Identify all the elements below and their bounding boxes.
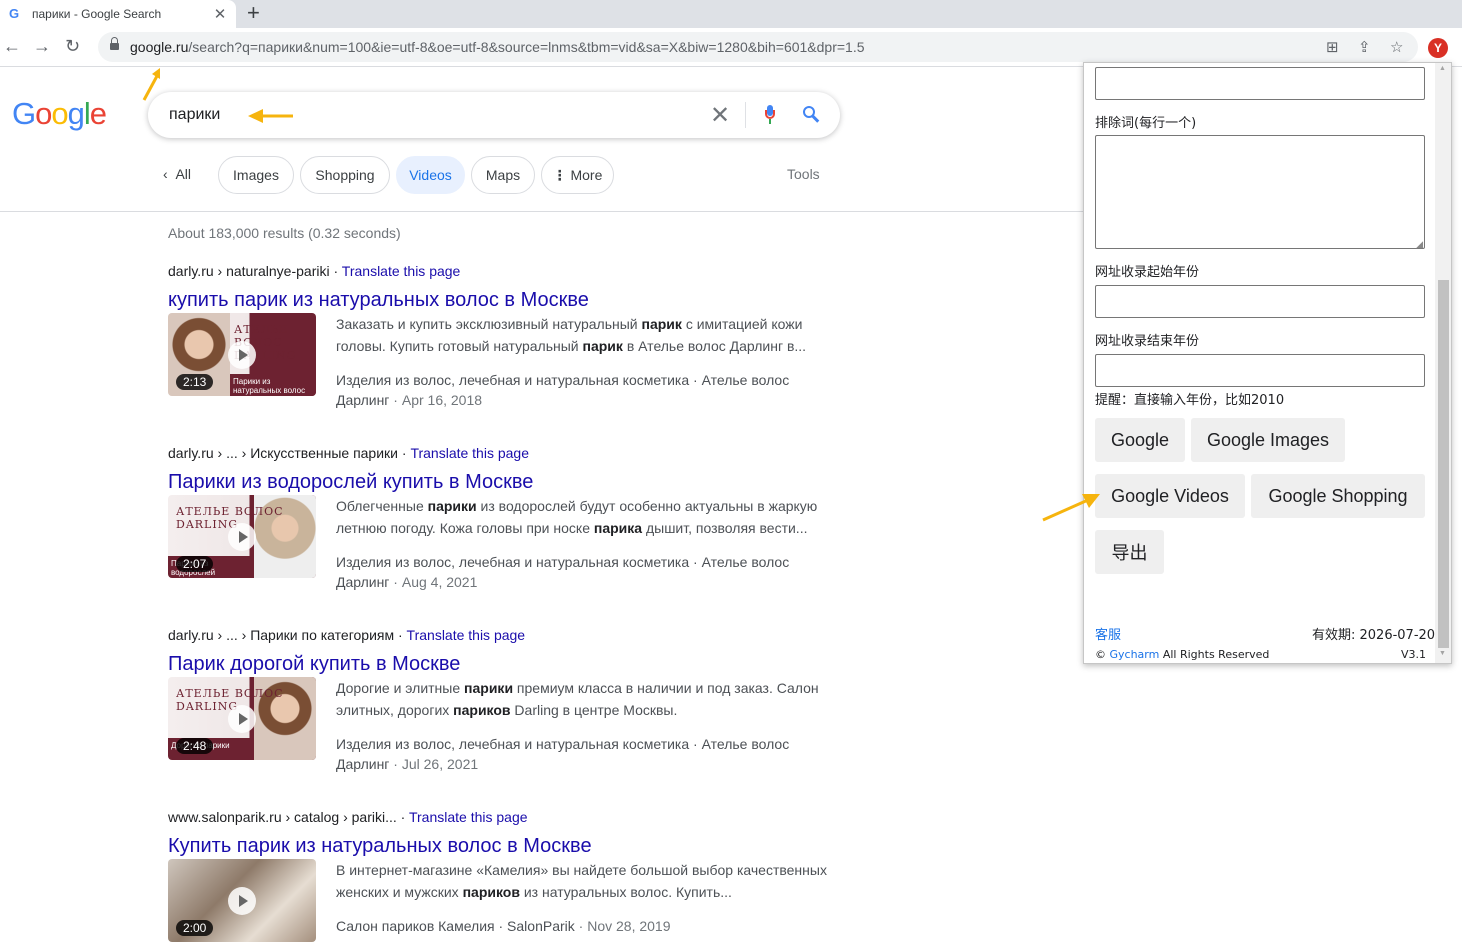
popup-scrollbar[interactable]: ▲ ▼ bbox=[1435, 63, 1451, 663]
tab-maps[interactable]: Maps bbox=[471, 156, 535, 194]
translate-link[interactable]: Translate this page bbox=[409, 809, 528, 825]
google-logo[interactable]: Google bbox=[12, 96, 107, 132]
end-year-input[interactable] bbox=[1095, 354, 1425, 387]
tab-strip: G парики - Google Search ✕ + bbox=[0, 0, 1462, 28]
video-duration: 2:07 bbox=[176, 556, 214, 572]
search-icon[interactable] bbox=[803, 106, 819, 123]
reload-icon[interactable]: ↻ bbox=[65, 36, 80, 56]
clear-search-icon[interactable]: ✕ bbox=[710, 101, 730, 130]
result-title-link[interactable]: Купить парик из натуральных волос в Моск… bbox=[168, 835, 828, 861]
result-title-link[interactable]: купить парик из натуральных волос в Моск… bbox=[168, 289, 828, 315]
tab-more[interactable]: ⋮ More bbox=[541, 156, 614, 194]
annotation-arrow-videos bbox=[1042, 494, 1100, 522]
exclude-words-textarea[interactable]: ◢ bbox=[1095, 135, 1425, 249]
google-videos-button[interactable]: Google Videos bbox=[1095, 474, 1245, 518]
keyword-input[interactable] bbox=[1095, 67, 1425, 100]
header-divider bbox=[0, 211, 1085, 212]
result-meta: Салон париков Камелия · SalonParik · Nov… bbox=[336, 918, 671, 934]
video-thumbnail[interactable]: АТЕЛЬЕ ВОЛОС DARLING Парики из водоросле… bbox=[168, 495, 316, 578]
translate-link[interactable]: Translate this page bbox=[407, 627, 526, 643]
result-snippet: Облегченные парики из водорослей будут о… bbox=[336, 498, 818, 536]
tab-active[interactable]: G парики - Google Search ✕ bbox=[0, 0, 236, 28]
more-dots-icon: ⋮ bbox=[552, 166, 571, 183]
annotation-arrow-url bbox=[142, 68, 160, 101]
year-hint: 提醒：直接输入年份，比如2010 bbox=[1095, 393, 1285, 408]
video-duration: 2:13 bbox=[176, 374, 214, 390]
voice-search-icon[interactable] bbox=[765, 105, 775, 125]
url-text[interactable]: google.ru/search?q=парики&num=100&ie=utf… bbox=[130, 39, 865, 55]
support-link[interactable]: 客服 bbox=[1095, 624, 1121, 643]
search-result: darly.ru › ... › Парики по категориям · … bbox=[168, 627, 828, 772]
resize-handle-icon[interactable]: ◢ bbox=[1416, 239, 1423, 250]
expiry-date: 有效期: 2026-07-20 bbox=[1312, 628, 1436, 643]
video-thumbnail[interactable]: АТЕЛЬЕ ВОЛОС DARLING Парики из натуральн… bbox=[168, 313, 316, 396]
google-images-button[interactable]: Google Images bbox=[1191, 418, 1345, 462]
start-year-input[interactable] bbox=[1095, 285, 1425, 318]
translate-link[interactable]: Translate this page bbox=[342, 263, 461, 279]
result-title-link[interactable]: Парик дорогой купить в Москве bbox=[168, 653, 828, 679]
search-input[interactable]: парики bbox=[169, 106, 220, 124]
result-cite[interactable]: www.salonparik.ru › catalog › pariki... … bbox=[168, 809, 828, 829]
version-label: V3.1 bbox=[1401, 648, 1427, 661]
play-icon[interactable] bbox=[228, 523, 256, 551]
result-snippet: Дорогие и элитные парики премиум класса … bbox=[336, 680, 819, 718]
tab-all[interactable]: ‹ All bbox=[163, 166, 191, 182]
forward-arrow-icon[interactable]: → bbox=[33, 36, 51, 56]
result-cite[interactable]: darly.ru › naturalnye-pariki · Translate… bbox=[168, 263, 828, 283]
result-meta: Изделия из волос, лечебная и натуральная… bbox=[336, 554, 790, 590]
play-icon[interactable] bbox=[228, 705, 256, 733]
export-button[interactable]: 导出 bbox=[1095, 530, 1164, 574]
translate-icon[interactable]: ⊞ bbox=[1326, 38, 1339, 56]
video-thumbnail[interactable]: АТЕЛЬЕ ВОЛОС DARLING Дорогие парики 2:48 bbox=[168, 677, 316, 760]
result-title-link[interactable]: Парики из водорослей купить в Москве bbox=[168, 471, 828, 497]
copyright: © Gycharm All Rights Reserved bbox=[1095, 648, 1270, 661]
scrollbar-thumb[interactable] bbox=[1438, 280, 1449, 648]
search-result: darly.ru › ... › Искусственные парики · … bbox=[168, 445, 828, 590]
search-result: darly.ru › naturalnye-pariki · Translate… bbox=[168, 263, 828, 408]
extension-badge-icon[interactable]: Y bbox=[1428, 38, 1448, 58]
share-icon[interactable]: ⇪ bbox=[1358, 38, 1371, 56]
video-duration: 2:48 bbox=[176, 738, 214, 754]
extension-popup: 排除词(每行一个) ◢ 网址收录起始年份 网址收录结束年份 提醒：直接输入年份，… bbox=[1083, 62, 1452, 664]
result-stats: About 183,000 results (0.32 seconds) bbox=[168, 225, 401, 241]
back-arrow-icon[interactable]: ← bbox=[3, 36, 21, 56]
play-icon[interactable] bbox=[228, 341, 256, 369]
result-cite[interactable]: darly.ru › ... › Парики по категориям · … bbox=[168, 627, 828, 647]
end-year-label: 网址收录结束年份 bbox=[1095, 334, 1200, 349]
translate-link[interactable]: Translate this page bbox=[410, 445, 529, 461]
tools-button[interactable]: Tools bbox=[787, 166, 820, 182]
scroll-up-icon[interactable]: ▲ bbox=[1439, 65, 1446, 72]
divider bbox=[745, 102, 746, 128]
result-cite[interactable]: darly.ru › ... › Искусственные парики · … bbox=[168, 445, 828, 465]
tab-videos[interactable]: Videos bbox=[396, 156, 465, 194]
video-thumbnail[interactable]: 2:00 bbox=[168, 859, 316, 942]
google-shopping-button[interactable]: Google Shopping bbox=[1251, 474, 1425, 518]
exclude-words-label: 排除词(每行一个) bbox=[1095, 116, 1197, 131]
google-button[interactable]: Google bbox=[1095, 418, 1185, 462]
tab-shopping[interactable]: Shopping bbox=[300, 156, 390, 194]
result-snippet: Заказать и купить эксклюзивный натуральн… bbox=[336, 316, 807, 354]
play-icon[interactable] bbox=[228, 887, 256, 915]
address-bar[interactable]: google.ru/search?q=парики&num=100&ie=utf… bbox=[98, 32, 1418, 62]
chevron-left-icon: ‹ bbox=[163, 166, 176, 182]
annotation-arrow-query bbox=[248, 109, 293, 123]
tab-title: парики - Google Search bbox=[32, 7, 162, 21]
google-favicon-icon: G bbox=[9, 6, 20, 21]
new-tab-button[interactable]: + bbox=[247, 2, 260, 24]
tab-images[interactable]: Images bbox=[218, 156, 294, 194]
bookmark-star-icon[interactable]: ☆ bbox=[1390, 38, 1403, 56]
thumbnail-caption: Парики из натуральных волос bbox=[230, 374, 316, 396]
start-year-label: 网址收录起始年份 bbox=[1095, 265, 1200, 280]
tab-close-icon[interactable]: ✕ bbox=[210, 5, 230, 23]
result-meta: Изделия из волос, лечебная и натуральная… bbox=[336, 736, 790, 772]
result-snippet: В интернет-магазине «Камелия» вы найдете… bbox=[336, 862, 827, 900]
scroll-down-icon[interactable]: ▼ bbox=[1439, 650, 1446, 657]
search-result: www.salonparik.ru › catalog › pariki... … bbox=[168, 809, 828, 942]
result-meta: Изделия из волос, лечебная и натуральная… bbox=[336, 372, 790, 408]
brand-link[interactable]: Gycharm bbox=[1110, 648, 1160, 661]
lock-icon bbox=[110, 37, 119, 52]
